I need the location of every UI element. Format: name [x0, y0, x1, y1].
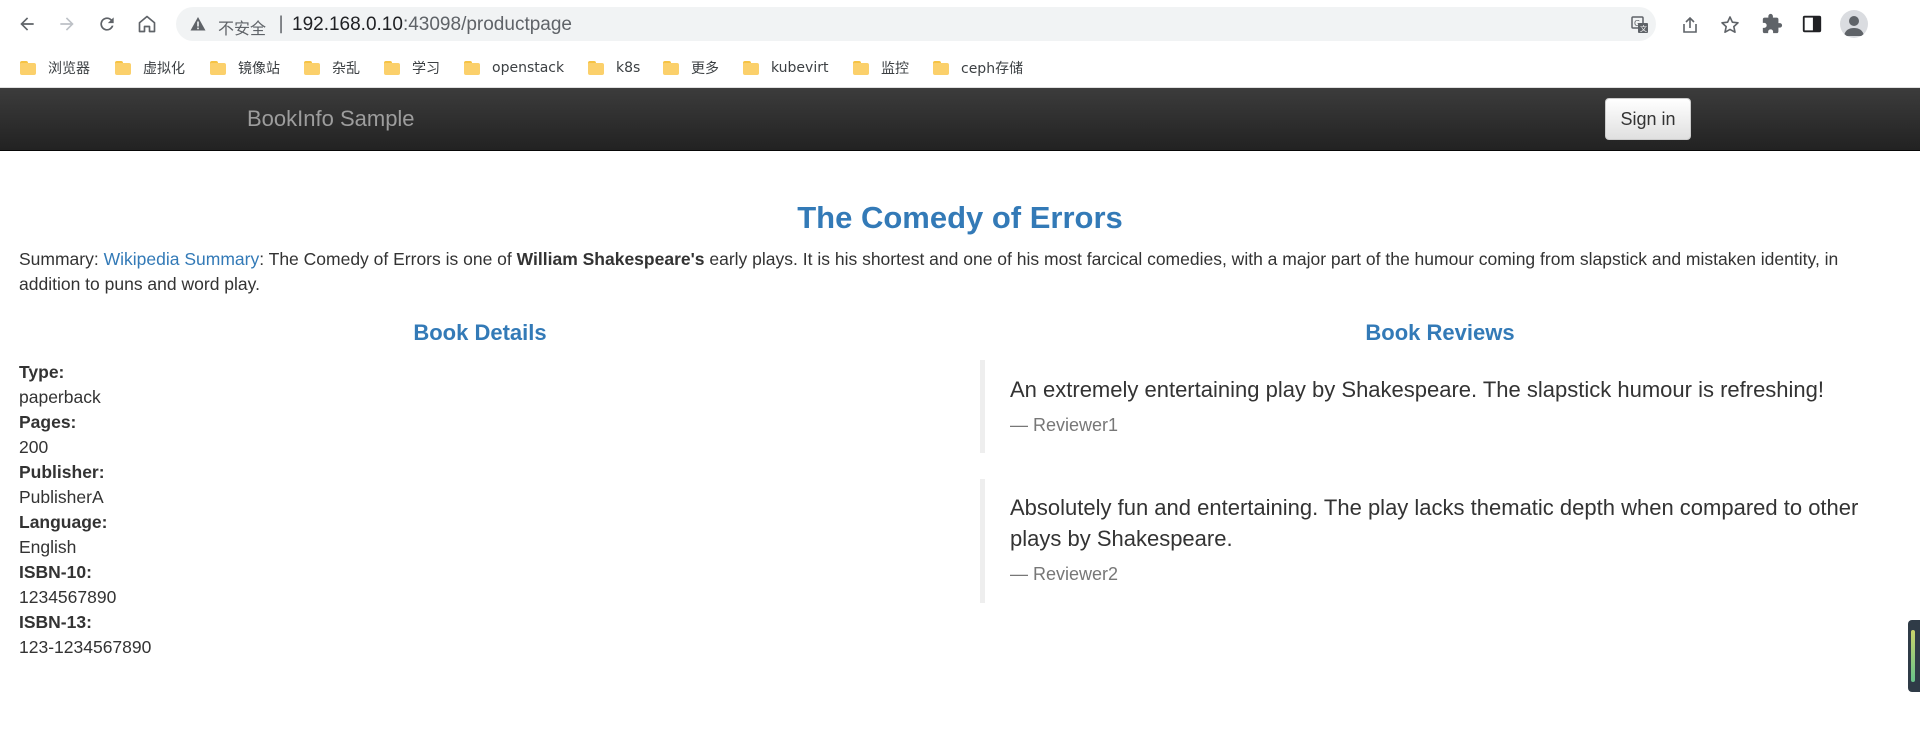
side-panel-icon	[1802, 15, 1822, 33]
bookmark-label: openstack	[492, 60, 565, 76]
translate-icon: G文	[1631, 16, 1648, 33]
folder-icon	[115, 61, 131, 75]
isbn10-value: 1234567890	[19, 587, 117, 607]
browser-toolbar: 不安全 | 192.168.0.10:43098/productpage G文	[0, 0, 1920, 48]
review-text: An extremely entertaining play by Shakes…	[1010, 377, 1825, 402]
svg-text:文: 文	[1640, 24, 1647, 33]
summary-author: William Shakespeare's	[516, 249, 705, 269]
bookmark-label: 镜像站	[238, 61, 280, 77]
wikipedia-summary-link[interactable]: Wikipedia Summary	[104, 249, 260, 269]
share-icon	[1683, 16, 1697, 33]
folder-icon	[210, 61, 226, 75]
bookmark-folder[interactable]: openstack	[464, 57, 564, 79]
folder-icon	[304, 61, 320, 75]
folder-icon	[20, 61, 36, 75]
security-separator: |	[278, 13, 285, 34]
folder-icon	[853, 61, 869, 75]
bookmark-folder[interactable]: 镜像站	[210, 57, 280, 79]
bookmarks-bar: 浏览器 虚拟化 镜像站 杂乱 学习 openstack k8s 更多 kubev…	[0, 48, 1920, 88]
bookmark-star-button[interactable]	[1720, 15, 1740, 35]
share-button[interactable]	[1680, 15, 1700, 35]
reload-button[interactable]	[91, 8, 123, 40]
bookmark-label: 浏览器	[48, 61, 90, 77]
bookmark-folder[interactable]: 浏览器	[20, 57, 90, 79]
person-icon	[1844, 16, 1864, 36]
arrow-right-icon	[60, 17, 74, 31]
reviewer-name: Reviewer2	[1010, 564, 1880, 585]
home-icon	[138, 15, 156, 33]
publisher-label: Publisher:	[19, 462, 105, 482]
profile-avatar[interactable]	[1840, 10, 1868, 38]
bookmark-label: 杂乱	[332, 61, 360, 77]
warning-icon	[190, 17, 206, 31]
star-icon	[1721, 16, 1739, 33]
bookmark-folder[interactable]: 杂乱	[304, 57, 360, 79]
bookmark-folder[interactable]: 监控	[853, 57, 909, 79]
navbar-brand[interactable]: BookInfo Sample	[247, 106, 415, 132]
side-panel-button[interactable]	[1800, 12, 1824, 36]
book-details-list: Type: paperback Pages: 200 Publisher: Pu…	[19, 360, 151, 660]
reload-icon	[100, 17, 114, 31]
url-path: :43098/productpage	[402, 14, 572, 35]
bookmark-label: k8s	[616, 60, 641, 76]
url-text[interactable]: 192.168.0.10:43098/productpage	[292, 14, 572, 36]
language-value: English	[19, 537, 77, 557]
review-text: Absolutely fun and entertaining. The pla…	[1010, 495, 1859, 551]
isbn10-label: ISBN-10:	[19, 562, 92, 582]
reviewer-name: Reviewer1	[1010, 415, 1880, 436]
type-value: paperback	[19, 387, 101, 407]
arrow-left-icon	[20, 17, 34, 31]
page-title: The Comedy of Errors	[797, 200, 1123, 235]
folder-icon	[933, 61, 949, 75]
bookmark-folder[interactable]: k8s	[588, 57, 640, 79]
summary-prefix: Summary:	[19, 249, 104, 269]
bookmark-folder[interactable]: 虚拟化	[115, 57, 185, 79]
bookmark-folder[interactable]: 学习	[384, 57, 440, 79]
url-host: 192.168.0.10	[292, 14, 403, 35]
security-label[interactable]: 不安全	[218, 15, 266, 39]
bookmark-label: kubevirt	[771, 60, 829, 76]
home-button[interactable]	[131, 8, 163, 40]
folder-icon	[464, 61, 480, 75]
language-label: Language:	[19, 512, 108, 532]
publisher-value: PublisherA	[19, 487, 104, 507]
folder-icon	[663, 61, 679, 75]
isbn13-value: 123-1234567890	[19, 637, 152, 657]
review-quote: An extremely entertaining play by Shakes…	[980, 360, 1880, 453]
book-reviews-heading: Book Reviews	[1365, 320, 1515, 345]
bookmark-folder[interactable]: kubevirt	[743, 57, 828, 79]
forward-button[interactable]	[51, 8, 83, 40]
isbn13-label: ISBN-13:	[19, 612, 92, 632]
bookmark-label: 虚拟化	[143, 61, 185, 77]
folder-icon	[743, 61, 759, 75]
type-label: Type:	[19, 362, 65, 382]
review-quote: Absolutely fun and entertaining. The pla…	[980, 479, 1880, 603]
app-navbar: BookInfo Sample Sign in	[0, 88, 1920, 151]
floating-side-widget[interactable]	[1908, 620, 1920, 692]
folder-icon	[384, 61, 400, 75]
book-details-heading: Book Details	[413, 320, 547, 345]
bookmark-label: 学习	[412, 61, 440, 77]
extensions-button[interactable]	[1760, 12, 1784, 36]
puzzle-icon	[1762, 13, 1783, 34]
bookmark-label: ceph存储	[961, 61, 1024, 77]
bookmark-label: 更多	[691, 61, 719, 77]
sign-in-button[interactable]: Sign in	[1605, 98, 1691, 140]
translate-button[interactable]: G文	[1630, 15, 1650, 35]
folder-icon	[588, 61, 604, 75]
pages-value: 200	[19, 437, 49, 457]
summary-text: : The Comedy of Errors is one of	[259, 249, 517, 269]
bookmark-folder[interactable]: ceph存储	[933, 57, 1023, 79]
pages-label: Pages:	[19, 412, 77, 432]
book-summary: Summary: Wikipedia Summary: The Comedy o…	[19, 247, 1889, 297]
back-button[interactable]	[11, 8, 43, 40]
bookmark-folder[interactable]: 更多	[663, 57, 719, 79]
bookmark-label: 监控	[881, 61, 909, 77]
address-bar[interactable]: 不安全 | 192.168.0.10:43098/productpage G文	[176, 7, 1739, 41]
